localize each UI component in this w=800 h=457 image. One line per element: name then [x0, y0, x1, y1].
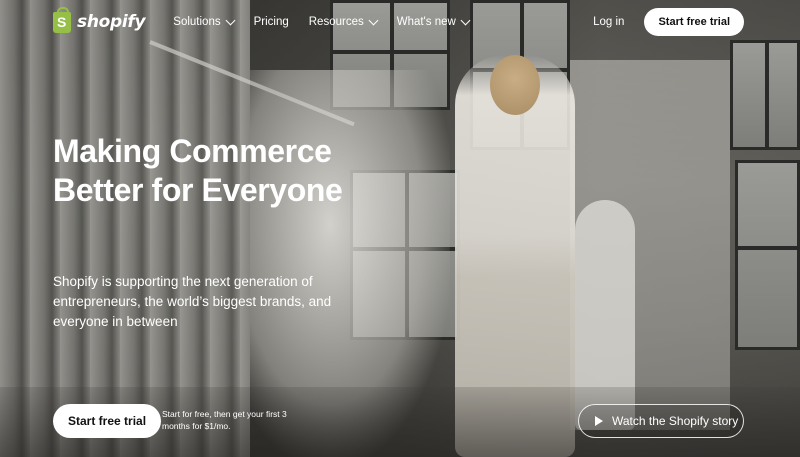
nav-start-trial-button[interactable]: Start free trial: [644, 8, 744, 36]
nav-actions: Log in Start free trial: [593, 8, 744, 36]
top-nav: S shopify Solutions Pricing Resources Wh…: [0, 0, 800, 44]
window: [730, 40, 800, 150]
chevron-down-icon: [225, 15, 236, 25]
play-icon: [595, 416, 603, 426]
woman-head: [490, 55, 540, 115]
main-menu: Solutions Pricing Resources What's new: [173, 15, 471, 28]
watch-story-label: Watch the Shopify story: [612, 414, 739, 428]
chevron-down-icon: [460, 15, 471, 25]
watch-story-button[interactable]: Watch the Shopify story: [578, 404, 744, 438]
hero-background-image: [0, 0, 800, 457]
hero-section: S shopify Solutions Pricing Resources Wh…: [0, 0, 800, 457]
shopping-bag-icon: S: [53, 6, 71, 33]
nav-item-resources[interactable]: Resources: [308, 15, 379, 28]
logo-text: shopify: [77, 12, 146, 32]
nav-item-solutions[interactable]: Solutions: [173, 15, 236, 28]
hero-start-trial-button[interactable]: Start free trial: [53, 404, 162, 438]
window: [735, 160, 800, 350]
chevron-down-icon: [368, 15, 379, 25]
shopify-logo[interactable]: S shopify: [53, 6, 146, 33]
login-link[interactable]: Log in: [593, 16, 624, 28]
nav-item-label: Resources: [308, 16, 364, 28]
nav-item-label: What's new: [396, 16, 456, 28]
nav-item-whats-new[interactable]: What's new: [396, 15, 471, 28]
nav-item-label: Solutions: [173, 16, 221, 28]
hero-subheadline: Shopify is supporting the next generatio…: [53, 274, 332, 329]
nav-item-pricing[interactable]: Pricing: [254, 16, 289, 28]
nav-item-label: Pricing: [253, 16, 289, 28]
hero-headline: Making Commerce Better for Everyone: [53, 133, 343, 208]
trial-note: Start for free, then get your first 3 mo…: [162, 409, 287, 431]
